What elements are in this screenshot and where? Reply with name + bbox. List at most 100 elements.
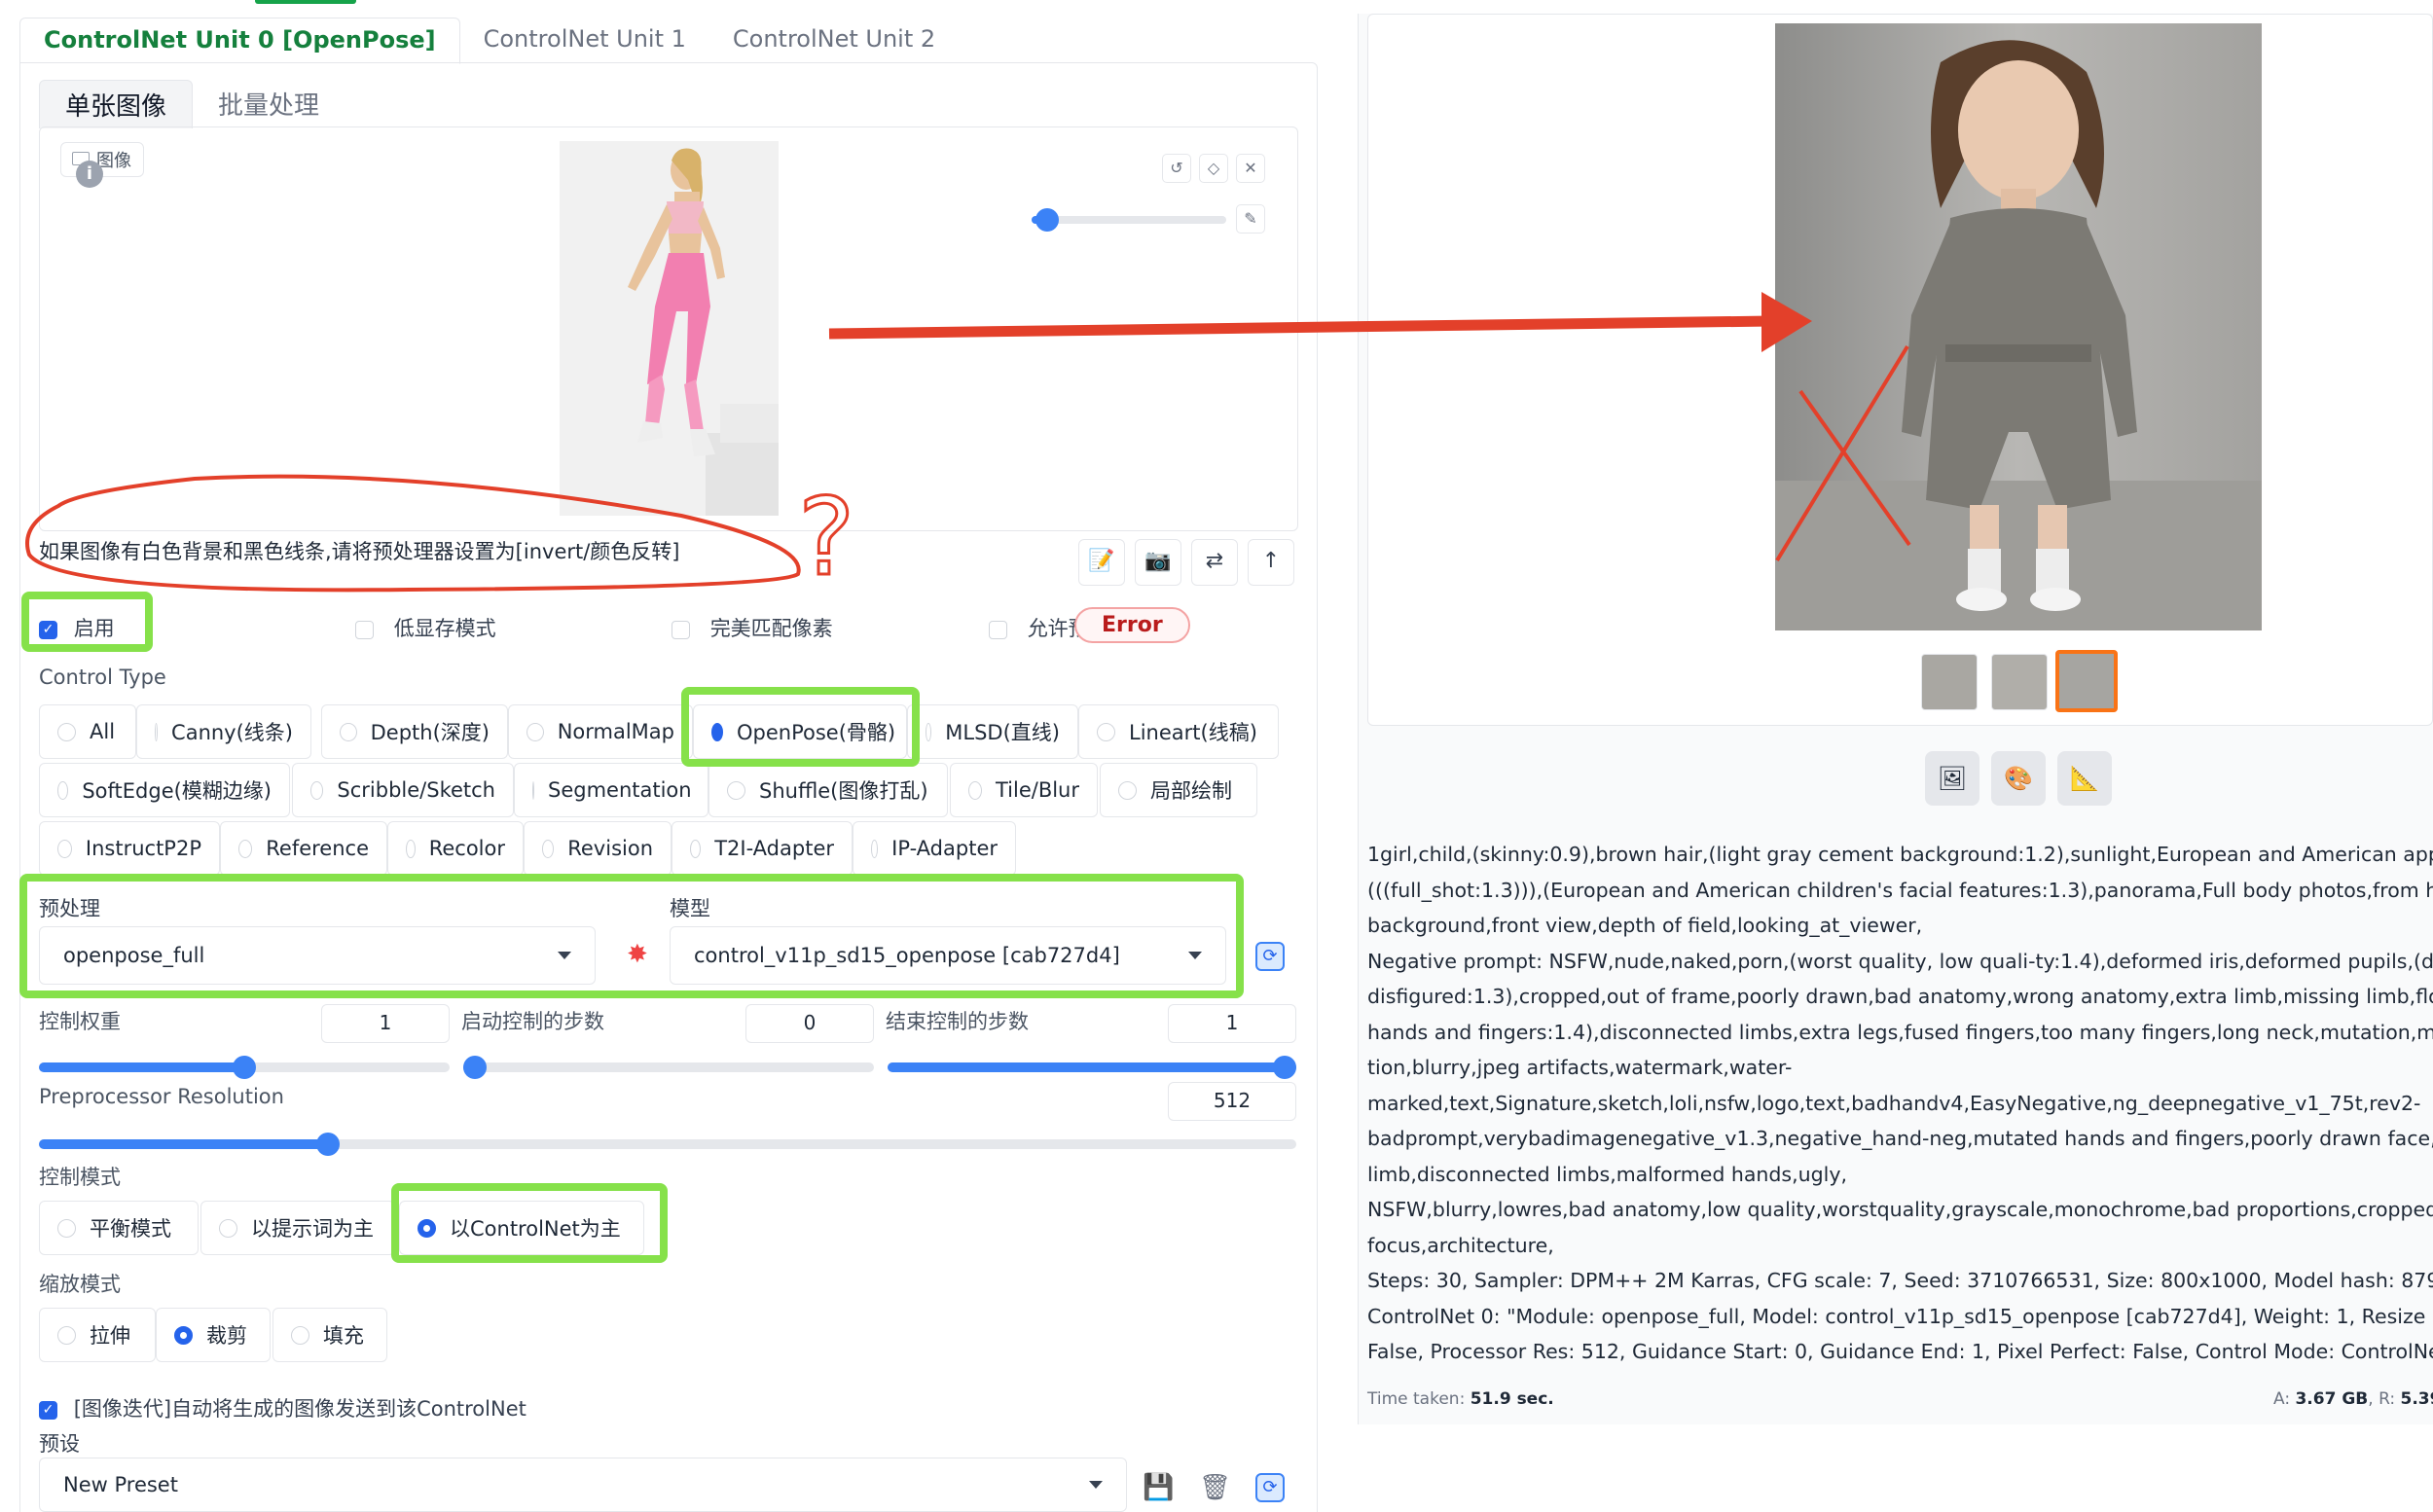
control-mode-controlnet[interactable]: 以ControlNet为主 bbox=[399, 1201, 644, 1255]
radio-softedge[interactable] bbox=[57, 780, 69, 800]
radio-revision[interactable] bbox=[542, 839, 555, 858]
control-mode-prompt[interactable]: 以提示词为主 bbox=[200, 1201, 395, 1255]
preprocessor-resolution-input[interactable]: 512 bbox=[1168, 1082, 1296, 1121]
tab-single-image[interactable]: 单张图像 bbox=[39, 80, 194, 128]
brush-size-slider[interactable] bbox=[1032, 216, 1226, 224]
resize-mode-fill[interactable]: 填充 bbox=[272, 1308, 387, 1362]
ruler-icon[interactable]: 📐 bbox=[2057, 751, 2112, 806]
tab-batch[interactable]: 批量处理 bbox=[193, 80, 345, 128]
gallery-thumb-2[interactable] bbox=[2055, 650, 2118, 712]
undo-icon[interactable]: ↺ bbox=[1162, 154, 1191, 183]
radio-stretch[interactable] bbox=[57, 1325, 76, 1345]
control-type-shuffle[interactable]: Shuffle(图像打乱) bbox=[708, 763, 948, 817]
control-type-inpaint[interactable]: 局部绘制 bbox=[1100, 763, 1257, 817]
radio-depth[interactable] bbox=[340, 722, 357, 741]
radio-t2i-adapter[interactable] bbox=[690, 839, 702, 858]
image-icon[interactable]: 🖼 bbox=[1925, 751, 1979, 806]
control-type-tile[interactable]: Tile/Blur bbox=[950, 763, 1098, 817]
control-type-depth[interactable]: Depth(深度) bbox=[321, 704, 508, 759]
brush-size-thumb[interactable] bbox=[1035, 208, 1059, 232]
control-type-all[interactable]: All bbox=[39, 704, 136, 759]
radio-prompt[interactable] bbox=[219, 1218, 237, 1238]
control-type-scribble[interactable]: Scribble/Sketch bbox=[292, 763, 514, 817]
weight-input[interactable]: 1 bbox=[321, 1004, 450, 1043]
radio-shuffle[interactable] bbox=[727, 780, 745, 800]
eraser-icon[interactable]: ◇ bbox=[1199, 154, 1228, 183]
end_step-thumb[interactable] bbox=[1273, 1056, 1296, 1079]
radio-scribble[interactable] bbox=[310, 780, 324, 800]
radio-reference[interactable] bbox=[238, 839, 253, 858]
control-type-ip-adapter[interactable]: IP-Adapter bbox=[853, 821, 1016, 876]
start-step-slider[interactable] bbox=[463, 1056, 874, 1079]
radio-openpose[interactable] bbox=[711, 722, 723, 741]
control-type-lineart[interactable]: Lineart(线稿) bbox=[1078, 704, 1279, 759]
start_step-thumb[interactable] bbox=[463, 1056, 487, 1079]
control-type-t2i-adapter[interactable]: T2I-Adapter bbox=[672, 821, 853, 876]
run-preprocessor-icon[interactable]: ✸ bbox=[627, 940, 648, 969]
radio-tile[interactable] bbox=[968, 780, 982, 800]
tab-unit-1[interactable]: ControlNet Unit 1 bbox=[460, 18, 709, 64]
control-type-softedge[interactable]: SoftEdge(模糊边缘) bbox=[39, 763, 290, 817]
radio-segmentation[interactable] bbox=[532, 780, 534, 800]
allow-preview-checkbox[interactable] bbox=[989, 620, 1007, 639]
radio-fill[interactable] bbox=[291, 1325, 309, 1345]
low-vram-row[interactable]: 低显存模式 bbox=[355, 613, 496, 642]
enable-checkbox[interactable]: ✓ bbox=[39, 620, 57, 639]
camera-icon[interactable]: 📷 bbox=[1135, 539, 1181, 586]
radio-crop[interactable] bbox=[174, 1325, 193, 1345]
radio-lineart[interactable] bbox=[1097, 722, 1115, 741]
radio-ip-adapter[interactable] bbox=[871, 839, 879, 858]
preprocessor-select[interactable]: openpose_full bbox=[39, 926, 596, 985]
send-up-icon[interactable]: ↑ bbox=[1248, 539, 1294, 586]
radio-normalmap[interactable] bbox=[527, 722, 544, 741]
edit-icon[interactable]: 📝 bbox=[1078, 539, 1125, 586]
model-select[interactable]: control_v11p_sd15_openpose [cab727d4] bbox=[670, 926, 1226, 985]
tab-unit-0[interactable]: ControlNet Unit 0 [OpenPose] bbox=[19, 18, 460, 64]
resize-mode-stretch[interactable]: 拉伸 bbox=[39, 1308, 156, 1362]
gallery-thumb-grid[interactable] bbox=[1921, 654, 1978, 710]
control-mode-balanced[interactable]: 平衡模式 bbox=[39, 1201, 199, 1255]
pre_res-thumb[interactable] bbox=[316, 1133, 341, 1156]
control-type-segmentation[interactable]: Segmentation bbox=[514, 763, 708, 817]
control-type-instructp2p[interactable]: InstructP2P bbox=[39, 821, 220, 876]
swap-icon[interactable]: ⇄ bbox=[1191, 539, 1238, 586]
radio-all[interactable] bbox=[57, 722, 76, 741]
radio-inpaint[interactable] bbox=[1118, 780, 1137, 800]
radio-instructp2p[interactable] bbox=[57, 839, 72, 858]
control-type-reference[interactable]: Reference bbox=[220, 821, 387, 876]
resize-mode-crop[interactable]: 裁剪 bbox=[156, 1308, 271, 1362]
brush-icon[interactable]: ✎ bbox=[1236, 204, 1265, 234]
control-type-canny[interactable]: Canny(线条) bbox=[136, 704, 311, 759]
close-icon[interactable]: ✕ bbox=[1236, 154, 1265, 183]
radio-recolor[interactable] bbox=[406, 839, 416, 858]
enable-checkbox-row[interactable]: ✓ 启用 bbox=[39, 613, 115, 642]
start-step-input[interactable]: 0 bbox=[745, 1004, 874, 1043]
loopback-row[interactable]: ✓ [图像迭代]自动将生成的图像发送到该ControlNet bbox=[39, 1393, 527, 1422]
control-type-revision[interactable]: Revision bbox=[524, 821, 672, 876]
refresh-presets-icon[interactable]: ⟳ bbox=[1255, 1473, 1285, 1502]
end-step-slider[interactable] bbox=[888, 1056, 1296, 1079]
gallery-thumb-1[interactable] bbox=[1991, 654, 2048, 710]
end-step-input[interactable]: 1 bbox=[1168, 1004, 1296, 1043]
weight-slider[interactable] bbox=[39, 1056, 450, 1079]
radio-mlsd[interactable] bbox=[926, 722, 932, 741]
control-type-mlsd[interactable]: MLSD(直线) bbox=[907, 704, 1078, 759]
loopback-checkbox[interactable]: ✓ bbox=[39, 1400, 57, 1420]
control-type-openpose[interactable]: OpenPose(骨骼) bbox=[693, 704, 907, 759]
refresh-models-icon[interactable]: ⟳ bbox=[1255, 942, 1285, 971]
delete-preset-icon[interactable]: 🗑 bbox=[1199, 1473, 1231, 1502]
control-type-normalmap[interactable]: NormalMap bbox=[508, 704, 693, 759]
control-type-recolor[interactable]: Recolor bbox=[387, 821, 524, 876]
preset-select[interactable]: New Preset bbox=[39, 1458, 1127, 1512]
save-preset-icon[interactable]: 💾 bbox=[1143, 1473, 1174, 1502]
radio-canny[interactable] bbox=[155, 722, 159, 741]
weight-thumb[interactable] bbox=[233, 1056, 256, 1079]
preprocessor-resolution-slider[interactable] bbox=[39, 1133, 1296, 1156]
pixel-perfect-row[interactable]: 完美匹配像素 bbox=[672, 613, 833, 642]
tab-unit-2[interactable]: ControlNet Unit 2 bbox=[709, 18, 959, 64]
output-image[interactable] bbox=[1775, 23, 2262, 630]
low-vram-checkbox[interactable] bbox=[355, 620, 374, 639]
radio-balanced[interactable] bbox=[57, 1218, 76, 1238]
palette-icon[interactable]: 🎨 bbox=[1991, 751, 2046, 806]
pixel-perfect-checkbox[interactable] bbox=[672, 620, 690, 639]
